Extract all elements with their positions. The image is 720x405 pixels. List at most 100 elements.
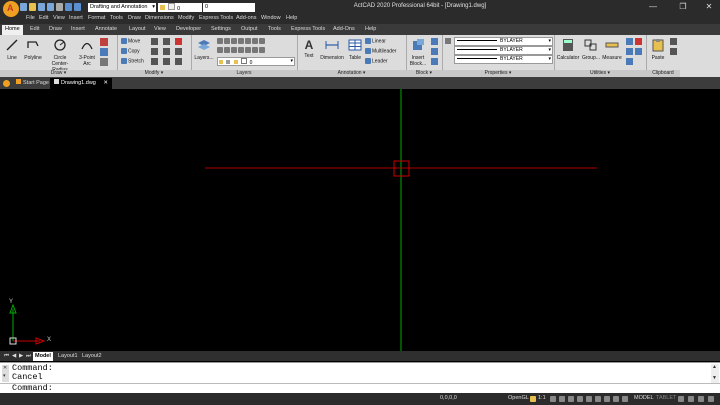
circle-tool[interactable]: Circle Center-Radius <box>46 38 74 73</box>
layer-off-icon[interactable] <box>245 38 251 44</box>
polar-icon[interactable] <box>586 396 592 402</box>
layer-thaw-icon[interactable] <box>238 47 244 53</box>
tab-express-tools[interactable]: Express Tools <box>288 26 328 32</box>
create-block-icon[interactable] <box>431 38 438 45</box>
copy-clip-icon[interactable] <box>670 48 677 55</box>
undo-icon[interactable] <box>65 3 72 11</box>
match-properties-icon[interactable] <box>445 38 451 44</box>
menu-help[interactable]: Help <box>286 15 297 21</box>
multileader-tool[interactable]: Multileader <box>365 48 396 54</box>
menu-dimensions[interactable]: Dimensions <box>145 15 174 21</box>
stretch-tool[interactable]: Stretch <box>121 58 144 64</box>
menu-view[interactable]: View <box>53 15 65 21</box>
close-icon[interactable]: ✕ <box>3 365 7 371</box>
menu-format[interactable]: Format <box>88 15 105 21</box>
move-tool[interactable]: Move <box>121 38 140 44</box>
text-tool[interactable]: A Text <box>300 38 318 59</box>
otrack-icon[interactable] <box>604 396 610 402</box>
mirror-icon[interactable] <box>151 48 158 55</box>
layer-previous-icon[interactable] <box>224 38 230 44</box>
tab-edit[interactable]: Edit <box>27 26 42 32</box>
arc-tool[interactable]: 3-Point Arc <box>76 38 98 67</box>
dynamic-input-icon[interactable] <box>622 396 628 402</box>
maximize-button[interactable]: ❐ <box>674 1 692 13</box>
tab-help[interactable]: Help <box>362 26 379 32</box>
annotation-visibility-icon[interactable] <box>550 396 556 402</box>
open-file-icon[interactable] <box>29 3 36 11</box>
command-history[interactable]: ✕ ▾ Command: Cancel ▲ ▼ <box>0 362 720 383</box>
fillet-icon[interactable] <box>163 48 170 55</box>
menu-draw[interactable]: Draw <box>128 15 141 21</box>
hatch-icon[interactable] <box>100 48 108 56</box>
snap-icon[interactable] <box>559 396 565 402</box>
id-point-icon[interactable] <box>635 48 642 55</box>
layer-merge-icon[interactable] <box>224 47 230 53</box>
rectangle-icon[interactable] <box>100 38 108 46</box>
scroll-down-icon[interactable]: ▼ <box>712 375 717 381</box>
redo-icon[interactable] <box>74 3 81 11</box>
paste-tool[interactable]: Paste <box>648 38 668 61</box>
tab-add-ons[interactable]: Add-Ons <box>330 26 358 32</box>
command-bar-handle[interactable]: ✕ ▾ <box>2 365 9 382</box>
lineweight-dropdown[interactable]: BYLAYER ▾ <box>454 55 553 64</box>
tab-insert[interactable]: Insert <box>68 26 88 32</box>
layers-panel-title[interactable]: Layers <box>191 70 297 77</box>
menu-tools[interactable]: Tools <box>110 15 123 21</box>
osnap-icon[interactable] <box>595 396 601 402</box>
layer-freeze-icon[interactable] <box>238 38 244 44</box>
clipboard-panel-title[interactable]: Clipboard <box>646 70 680 77</box>
linear-tool[interactable]: Linear <box>365 38 386 44</box>
layer-lock-icon[interactable] <box>252 38 258 44</box>
layer-unlock-icon[interactable] <box>252 47 258 53</box>
dimension-tool[interactable]: Dimension <box>319 38 345 61</box>
workspace-select[interactable]: Drafting and Annotation ▾ <box>88 3 156 12</box>
save-as-icon[interactable] <box>47 3 54 11</box>
tab-view[interactable]: View <box>151 26 169 32</box>
layer-match-icon[interactable] <box>259 38 265 44</box>
close-icon[interactable]: ✕ <box>103 80 108 86</box>
linetype-dropdown[interactable]: BYLAYER ▾ <box>454 46 553 55</box>
list-icon[interactable] <box>626 58 633 65</box>
properties-panel-title[interactable]: Properties ▾ <box>442 70 554 77</box>
layers-tool[interactable]: Layers... <box>193 38 215 61</box>
annotation-scale[interactable]: 1:1 <box>538 395 546 401</box>
tab-model[interactable]: Model <box>33 352 53 361</box>
block-attribute-icon[interactable] <box>431 58 438 65</box>
menu-insert[interactable]: Insert <box>69 15 83 21</box>
polyline-tool[interactable]: Polyline <box>22 38 44 61</box>
menu-file[interactable]: File <box>26 15 35 21</box>
tab-settings[interactable]: Settings <box>208 26 234 32</box>
app-logo-icon[interactable]: A <box>3 1 19 17</box>
minimize-button[interactable]: — <box>644 1 662 13</box>
menu-logo-icon[interactable] <box>3 80 10 87</box>
layer-delete-icon[interactable] <box>231 47 237 53</box>
layer-on-icon[interactable] <box>245 47 251 53</box>
ortho-icon[interactable] <box>577 396 583 402</box>
layer-current-icon[interactable] <box>259 47 265 53</box>
calculator-tool[interactable]: Calculator <box>556 38 580 61</box>
layer-state-icon[interactable] <box>217 38 223 44</box>
tab-layout[interactable]: Layout <box>126 26 149 32</box>
new-file-icon[interactable] <box>20 3 27 11</box>
tab-layout2[interactable]: Layout2 <box>80 352 104 361</box>
draw-panel-title[interactable]: Draw ▾ <box>0 70 117 77</box>
annotation-panel-title[interactable]: Annotation ▾ <box>297 70 406 77</box>
line-tool[interactable]: Line <box>3 38 21 61</box>
tab-home[interactable]: Home <box>2 25 23 35</box>
model-space-toggle[interactable]: MODEL <box>634 395 654 401</box>
scroll-up-icon[interactable]: ▲ <box>712 364 717 370</box>
insert-block-tool[interactable]: Insert Block... <box>408 38 428 67</box>
trim-icon[interactable] <box>163 38 170 45</box>
customize-icon[interactable] <box>678 396 684 402</box>
tab-tools[interactable]: Tools <box>265 26 284 32</box>
polygon-icon[interactable] <box>100 58 108 66</box>
close-button[interactable]: ✕ <box>700 1 718 13</box>
tab-developer[interactable]: Developer <box>173 26 204 32</box>
menu-edit[interactable]: Edit <box>39 15 48 21</box>
annotation-scale-icon[interactable] <box>530 396 536 402</box>
block-panel-title[interactable]: Block ▾ <box>406 70 442 77</box>
array-icon[interactable] <box>163 58 170 65</box>
quick-select-icon[interactable] <box>626 38 633 45</box>
graphics-mode[interactable]: OpenGL <box>508 395 529 401</box>
history-scrollbar[interactable]: ▲ ▼ <box>711 364 719 383</box>
